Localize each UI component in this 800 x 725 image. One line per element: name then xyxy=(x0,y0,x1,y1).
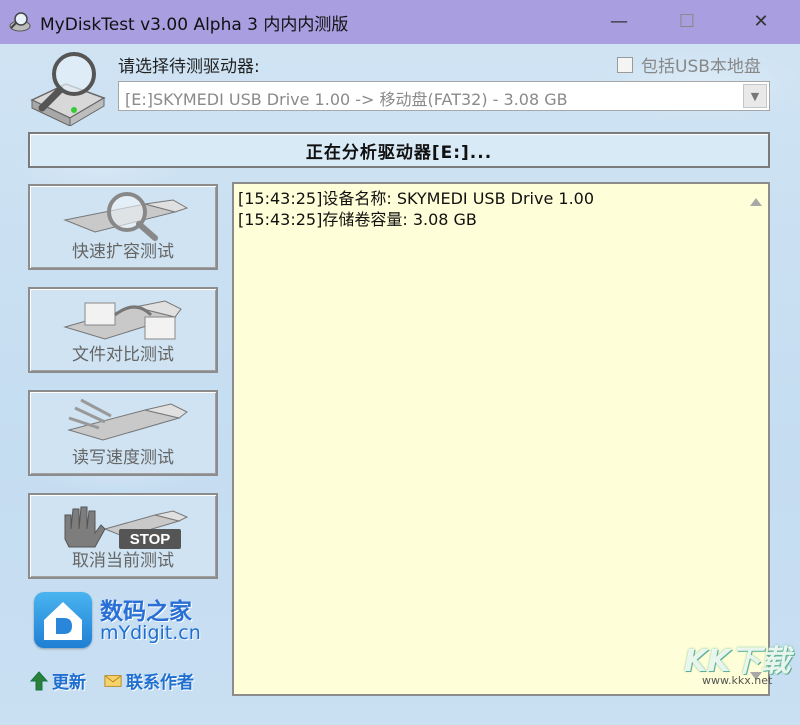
log-line: [15:43:25]设备名称: SKYMEDI USB Drive 1.00 xyxy=(238,189,595,208)
stop-hand-icon: STOP xyxy=(64,506,189,549)
quick-capacity-test-label: 快速扩容测试 xyxy=(72,242,174,262)
title-bar[interactable]: MyDiskTest v3.00 Alpha 3 内内内测版 — ☐ ✕ xyxy=(0,0,800,44)
log-line: [15:43:25]存储卷容量: 3.08 GB xyxy=(238,210,477,229)
envelope-icon xyxy=(104,674,122,687)
log-output[interactable]: [15:43:25]设备名称: SKYMEDI USB Drive 1.00 [1… xyxy=(232,182,770,696)
maximize-button[interactable]: ☐ xyxy=(664,4,710,38)
read-write-speed-test-button[interactable]: 读写速度测试 xyxy=(28,390,218,476)
disk-magnifier-icon xyxy=(30,52,106,126)
include-usb-option[interactable]: 包括USB本地盘 xyxy=(617,52,761,77)
client-area: 请选择待测驱动器: 包括USB本地盘 [E:]SKYMEDI USB Drive… xyxy=(0,44,800,725)
read-write-speed-test-label: 读写速度测试 xyxy=(72,448,174,468)
watermark-url: www.kkx.net xyxy=(702,674,773,687)
quick-capacity-test-button[interactable]: 快速扩容测试 xyxy=(28,184,218,270)
log-lines: [15:43:25]设备名称: SKYMEDI USB Drive 1.00 [1… xyxy=(238,188,742,230)
usb-magnifier-icon xyxy=(63,192,189,241)
brand-url[interactable]: mYdigit.cn xyxy=(100,622,201,644)
brand-name: 数码之家 xyxy=(100,599,192,625)
include-usb-label: 包括USB本地盘 xyxy=(641,57,761,77)
file-compare-test-button[interactable]: 文件对比测试 xyxy=(28,287,218,373)
file-compare-test-label: 文件对比测试 xyxy=(72,345,174,365)
chevron-down-icon[interactable]: ▼ xyxy=(743,84,767,108)
contact-author-link[interactable]: 联系作者 xyxy=(104,668,194,693)
update-label: 更新 xyxy=(52,673,86,693)
update-link[interactable]: 更新 xyxy=(30,668,86,693)
mydigit-logo-icon xyxy=(34,592,92,648)
window-title: MyDiskTest v3.00 Alpha 3 内内内测版 xyxy=(40,15,349,35)
app-icon xyxy=(9,12,31,32)
contact-author-label: 联系作者 xyxy=(126,673,194,693)
drive-select-dropdown[interactable]: [E:]SKYMEDI USB Drive 1.00 -> 移动盘(FAT32)… xyxy=(118,81,770,111)
app-window: MyDiskTest v3.00 Alpha 3 内内内测版 — ☐ ✕ 请选择… xyxy=(0,0,800,725)
scroll-up-icon[interactable] xyxy=(750,198,762,206)
cancel-current-test-label: 取消当前测试 xyxy=(72,551,174,571)
brand-block[interactable]: 数码之家 mYdigit.cn xyxy=(34,592,214,652)
arrow-up-icon xyxy=(30,670,48,690)
minimize-button[interactable]: — xyxy=(596,4,642,38)
include-usb-checkbox[interactable] xyxy=(617,56,633,73)
drive-select-label: 请选择待测驱动器: xyxy=(118,57,260,77)
cancel-current-test-button[interactable]: STOP 取消当前测试 xyxy=(28,493,218,579)
watermark: KK下载 www.kkx.net xyxy=(684,636,794,696)
status-text: 正在分析驱动器[E:]... xyxy=(305,142,493,163)
speed-usb-icon xyxy=(67,398,188,441)
close-button[interactable]: ✕ xyxy=(738,4,784,38)
drive-select-value: [E:]SKYMEDI USB Drive 1.00 -> 移动盘(FAT32)… xyxy=(125,90,568,109)
file-transfer-icon xyxy=(63,300,182,340)
status-bar: 正在分析驱动器[E:]... xyxy=(28,132,770,168)
log-scrollbar[interactable] xyxy=(744,184,768,694)
